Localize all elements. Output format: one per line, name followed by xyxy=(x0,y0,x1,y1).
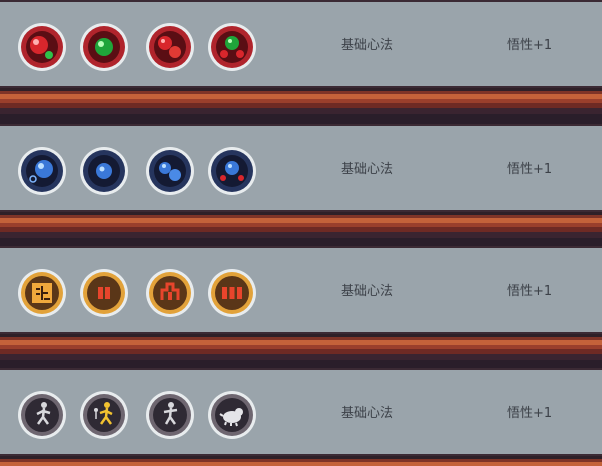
twin-red-orb-icon[interactable] xyxy=(145,22,195,72)
row-divider xyxy=(0,212,602,238)
technique-name: 基础心法 xyxy=(341,406,394,421)
technique-bonus: 悟性+1 xyxy=(507,284,553,299)
technique-row-4: 基础心法 悟性+1 xyxy=(0,368,602,456)
technique-bonus: 悟性+1 xyxy=(507,406,553,421)
stance-figure-alt-icon[interactable] xyxy=(145,390,195,440)
technique-bonus: 悟性+1 xyxy=(507,162,553,177)
blue-orb-dot-icon[interactable] xyxy=(79,146,129,196)
red-orb-icon[interactable] xyxy=(17,22,67,72)
white-beast-icon[interactable] xyxy=(207,390,257,440)
technique-row-2: 基础心法 悟性+1 xyxy=(0,124,602,212)
technique-bonus: 悟性+1 xyxy=(507,38,553,53)
technique-name: 基础心法 xyxy=(341,38,394,53)
technique-row-1: 基础心法 悟性+1 xyxy=(0,0,602,88)
golden-figure-icon[interactable] xyxy=(79,390,129,440)
row-divider xyxy=(0,456,602,466)
talisman-scroll-icon[interactable] xyxy=(79,268,129,318)
talisman-triple-icon[interactable] xyxy=(207,268,257,318)
technique-name: 基础心法 xyxy=(341,284,394,299)
blue-orb-icon[interactable] xyxy=(17,146,67,196)
row-divider xyxy=(0,334,602,360)
row-divider xyxy=(0,88,602,114)
technique-row-3: 基础心法 悟性+1 xyxy=(0,246,602,334)
twin-blue-orb-icon[interactable] xyxy=(145,146,195,196)
stance-figure-icon[interactable] xyxy=(17,390,67,440)
green-orb-icon[interactable] xyxy=(79,22,129,72)
technique-name: 基础心法 xyxy=(341,162,394,177)
talisman-gate-icon[interactable] xyxy=(145,268,195,318)
blue-orb-cluster-icon[interactable] xyxy=(207,146,257,196)
green-orb-cluster-icon[interactable] xyxy=(207,22,257,72)
talisman-glyph-icon[interactable] xyxy=(17,268,67,318)
